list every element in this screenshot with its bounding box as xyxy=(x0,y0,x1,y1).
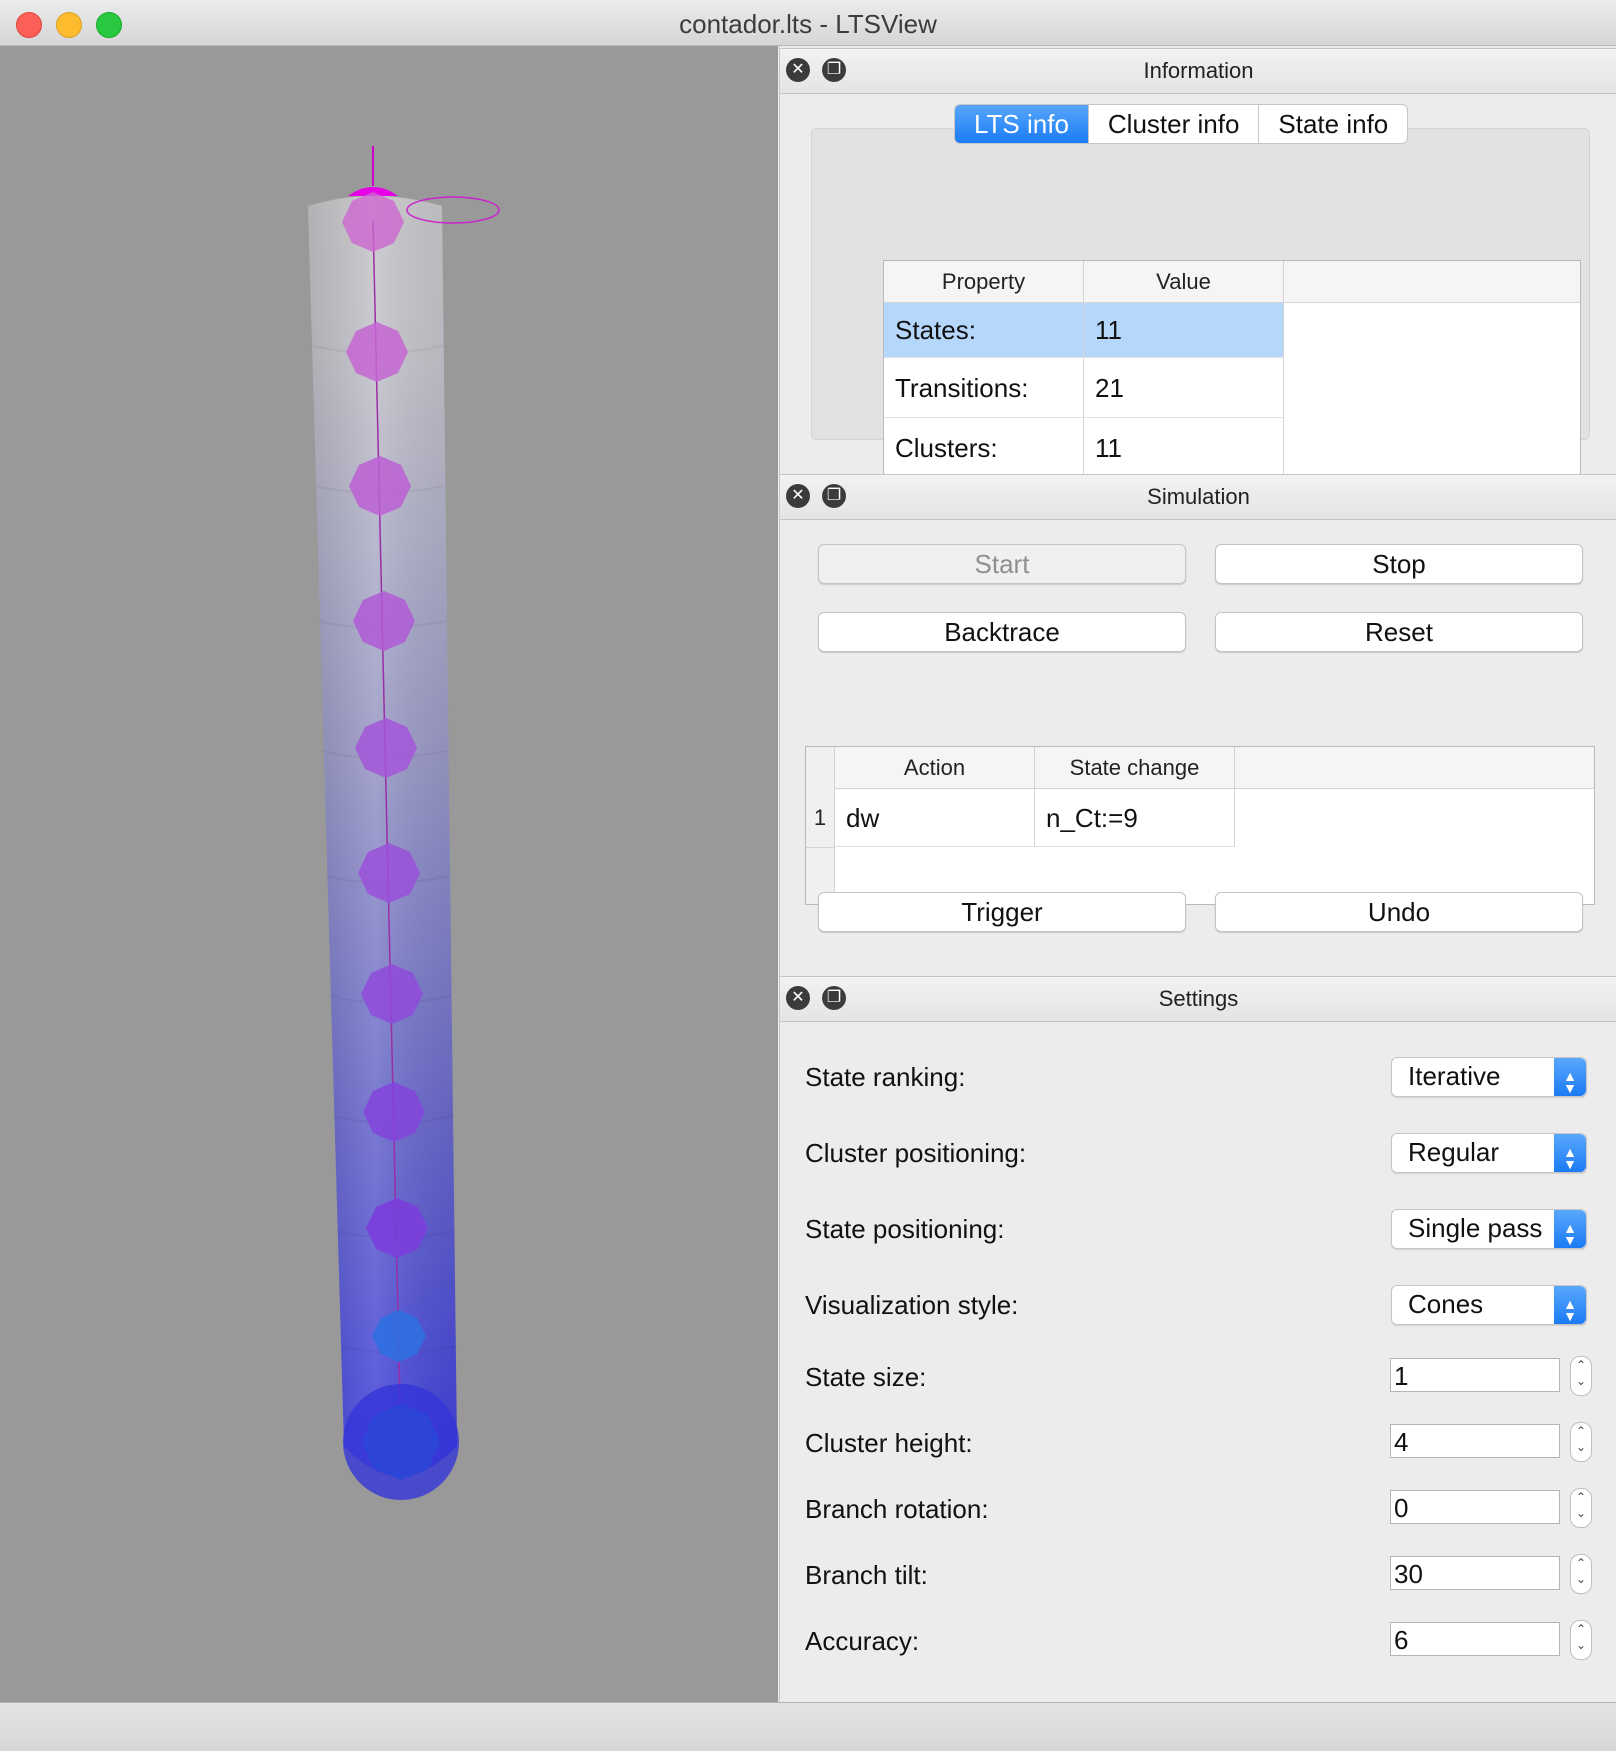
undo-button[interactable]: Undo xyxy=(1215,892,1583,932)
simulation-transitions-table: Action State change 1 dw n_Ct:=9 xyxy=(805,746,1595,905)
column-header-state-change[interactable]: State change xyxy=(1035,747,1235,789)
column-header-property[interactable]: Property xyxy=(884,261,1084,303)
state-positioning-select[interactable]: Single pass ▲ ▼ xyxy=(1391,1209,1587,1249)
state-change-cell: n_Ct:=9 xyxy=(1035,789,1235,847)
state-size-stepper[interactable]: ⌃ ⌄ xyxy=(1570,1356,1592,1396)
branch-tilt-label: Branch tilt: xyxy=(805,1560,928,1590)
branch-rotation-label: Branch rotation: xyxy=(805,1494,989,1524)
status-bar xyxy=(0,1702,1616,1751)
window-title: contador.lts - LTSView xyxy=(679,9,937,39)
lts-info-table: Property Value States: 11 Transitions: 2… xyxy=(883,260,1581,481)
accuracy-input[interactable]: 6 xyxy=(1390,1622,1560,1656)
information-panel-title: Information xyxy=(1143,58,1254,83)
column-header-empty xyxy=(1235,747,1594,789)
simulation-panel-header: ✕ ❐ Simulation xyxy=(780,474,1616,520)
tab-cluster-info[interactable]: Cluster info xyxy=(1087,105,1259,143)
updown-arrows-icon: ▲ ▼ xyxy=(1554,1286,1586,1324)
tab-frame: Property Value States: 11 Transitions: 2… xyxy=(811,128,1590,481)
accuracy-label: Accuracy: xyxy=(805,1626,920,1656)
accuracy-stepper[interactable]: ⌃ ⌄ xyxy=(1570,1620,1592,1660)
state-size-input[interactable]: 1 xyxy=(1390,1358,1560,1392)
action-cell: dw xyxy=(835,789,1035,847)
value-cell: 11 xyxy=(1084,418,1284,478)
property-cell: States: xyxy=(884,303,1084,358)
tab-state-info[interactable]: State info xyxy=(1258,105,1407,143)
cluster-cylinder-shading xyxy=(308,196,457,1476)
branch-tilt-input[interactable]: 30 xyxy=(1390,1556,1560,1590)
backtrace-button[interactable]: Backtrace xyxy=(818,612,1186,652)
simulation-panel-title: Simulation xyxy=(1147,484,1250,509)
state-ranking-label: State ranking: xyxy=(805,1062,966,1092)
branch-rotation-stepper[interactable]: ⌃ ⌄ xyxy=(1570,1488,1592,1528)
branch-rotation-input[interactable]: 0 xyxy=(1390,1490,1560,1524)
select-value: Cones xyxy=(1408,1289,1484,1319)
cluster-positioning-select[interactable]: Regular ▲ ▼ xyxy=(1391,1133,1587,1173)
column-header-value[interactable]: Value xyxy=(1084,261,1284,303)
settings-panel-title: Settings xyxy=(1158,986,1239,1011)
information-tabs: LTS info Cluster info State info xyxy=(954,104,1409,144)
cluster-height-stepper[interactable]: ⌃ ⌄ xyxy=(1570,1422,1592,1462)
visualization-style-label: Visualization style: xyxy=(805,1290,1019,1320)
simulation-body: Start Stop Backtrace Reset Action State … xyxy=(780,520,1616,932)
stop-button[interactable]: Stop xyxy=(1215,544,1583,584)
updown-arrows-icon: ▲ ▼ xyxy=(1554,1058,1586,1096)
reset-button[interactable]: Reset xyxy=(1215,612,1583,652)
state-positioning-label: State positioning: xyxy=(805,1214,1005,1244)
state-size-label: State size: xyxy=(805,1362,927,1392)
row-number: 1 xyxy=(806,789,834,848)
information-panel-header: ✕ ❐ Information xyxy=(780,48,1616,94)
lts-visualization xyxy=(308,146,500,1500)
trigger-button[interactable]: Trigger xyxy=(818,892,1186,932)
cluster-positioning-label: Cluster positioning: xyxy=(805,1138,1027,1168)
tab-lts-info[interactable]: LTS info xyxy=(955,105,1088,143)
property-cell: Clusters: xyxy=(884,418,1084,478)
value-cell: 21 xyxy=(1084,358,1284,418)
lts-3d-viewport[interactable] xyxy=(0,46,778,1702)
dock-area: ✕ ❐ Information Property Value States: 1… xyxy=(779,46,1616,1702)
select-value: Iterative xyxy=(1408,1061,1501,1091)
updown-arrows-icon: ▲ ▼ xyxy=(1554,1210,1586,1248)
column-header-empty xyxy=(1284,261,1580,303)
select-value: Single pass xyxy=(1408,1213,1543,1243)
settings-panel-header: ✕ ❐ Settings xyxy=(780,976,1616,1022)
select-value: Regular xyxy=(1408,1137,1500,1167)
visualization-style-select[interactable]: Cones ▲ ▼ xyxy=(1391,1285,1587,1325)
settings-body: State ranking: Iterative ▲ ▼ Cluster posi… xyxy=(780,1022,1616,1702)
column-header-action[interactable]: Action xyxy=(835,747,1035,789)
updown-arrows-icon: ▲ ▼ xyxy=(1554,1134,1586,1172)
cluster-height-label: Cluster height: xyxy=(805,1428,973,1458)
start-button[interactable]: Start xyxy=(818,544,1186,584)
cluster-height-input[interactable]: 4 xyxy=(1390,1424,1560,1458)
state-ranking-select[interactable]: Iterative ▲ ▼ xyxy=(1391,1057,1587,1097)
property-cell: Transitions: xyxy=(884,358,1084,418)
value-cell: 11 xyxy=(1084,303,1284,358)
title-bar: contador.lts - LTSView xyxy=(0,0,1616,46)
branch-tilt-stepper[interactable]: ⌃ ⌄ xyxy=(1570,1554,1592,1594)
